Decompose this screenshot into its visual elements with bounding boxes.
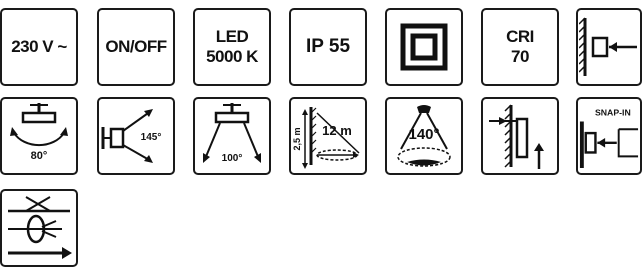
protection-class-tile: [385, 8, 463, 86]
led-label: LED: [215, 27, 249, 47]
detection-angle-value: 140°: [408, 126, 439, 143]
snap-in-label: SNAP-IN: [595, 108, 631, 118]
cri-value: 70: [511, 47, 529, 66]
beam-angle-value: 100°: [222, 153, 243, 164]
cri-tile: CRI 70: [481, 8, 559, 86]
detection-range-icon: 2,5 m 12 m: [292, 107, 360, 169]
on-off-tile: ON/OFF: [97, 8, 175, 86]
beam-angle-icon: 100°: [203, 103, 261, 164]
mounting-height-tile: [481, 97, 559, 175]
snap-in-tile: SNAP-IN: [576, 97, 642, 175]
detection-height-value: 2,5 m: [292, 127, 302, 150]
cable-entry-icon: [8, 196, 72, 259]
on-off-label: ON/OFF: [105, 37, 167, 57]
tilt-angle-value: 80°: [31, 150, 48, 162]
cri-label: CRI: [506, 27, 534, 47]
double-insulation-class-ii-icon: [400, 23, 448, 71]
tilt-angle-tile: 80°: [0, 97, 78, 175]
swivel-angle-value: 145°: [141, 132, 162, 143]
color-temperature-label: 5000 K: [206, 47, 258, 66]
ip-rating-tile: IP 55: [289, 8, 367, 86]
tilt-rotation-icon: 80°: [10, 103, 68, 162]
swivel-angle-icon: 145°: [101, 109, 162, 163]
cable-entry-tile: [0, 189, 78, 267]
snap-in-mount-icon: SNAP-IN: [579, 108, 639, 168]
detection-range-tile: 2,5 m 12 m: [289, 97, 367, 175]
swivel-angle-tile: 145°: [97, 97, 175, 175]
wall-mount-tile: [576, 8, 642, 86]
led-tile: LED 5000 K: [193, 8, 271, 86]
detection-angle-tile: 140°: [385, 97, 463, 175]
ip-rating-label: IP 55: [305, 36, 351, 58]
beam-angle-tile: 100°: [193, 97, 271, 175]
mounting-height-icon: [489, 104, 544, 169]
voltage-label: 230 V ~: [11, 37, 67, 57]
detection-range-value: 12 m: [322, 123, 352, 138]
wall-mount-icon: [579, 17, 637, 76]
detection-angle-icon: 140°: [397, 105, 451, 167]
voltage-tile: 230 V ~: [0, 8, 78, 86]
